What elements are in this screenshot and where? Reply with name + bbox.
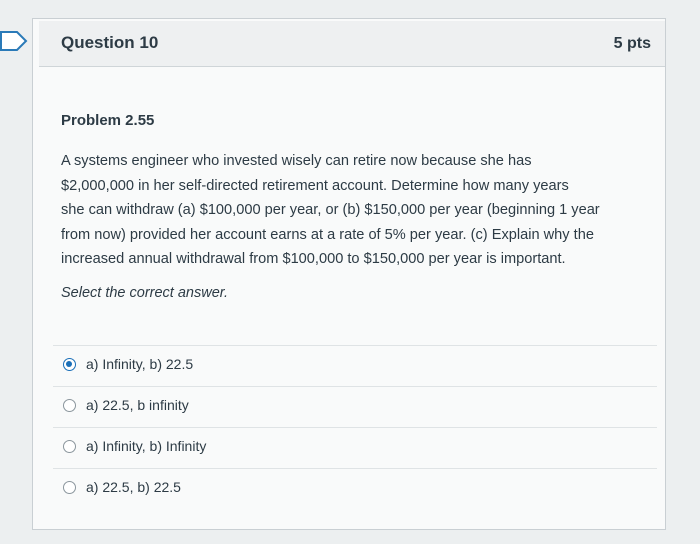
radio-button[interactable] [63, 440, 76, 453]
radio-button[interactable] [63, 481, 76, 494]
problem-line: $2,000,000 in her self-directed retireme… [61, 177, 569, 194]
radio-button[interactable] [63, 399, 76, 412]
problem-title: Problem 2.55 [61, 112, 155, 129]
bookmark-icon[interactable] [0, 30, 28, 52]
answer-option[interactable]: a) 22.5, b infinity [53, 386, 657, 427]
problem-line: she can withdraw (a) $100,000 per year, … [61, 202, 600, 218]
answer-prompt: Select the correct answer. [61, 285, 229, 301]
question-card: Question 10 5 pts Problem 2.55 A systems… [32, 18, 666, 530]
question-points: 5 pts [613, 35, 651, 52]
answer-label[interactable]: a) Infinity, b) Infinity [86, 438, 206, 454]
problem-line: from now) provided her account earns at … [61, 226, 594, 243]
answer-option[interactable]: a) 22.5, b) 22.5 [53, 468, 657, 509]
answer-label[interactable]: a) 22.5, b infinity [86, 397, 189, 413]
answer-option[interactable]: a) Infinity, b) Infinity [53, 427, 657, 468]
question-title: Question 10 [61, 33, 159, 52]
answer-option[interactable]: a) Infinity, b) 22.5 [53, 345, 657, 386]
answer-label[interactable]: a) Infinity, b) 22.5 [86, 356, 193, 372]
question-header: Question 10 5 pts [39, 21, 665, 67]
radio-button-selected[interactable] [63, 358, 76, 371]
problem-line: A systems engineer who invested wisely c… [61, 153, 532, 169]
problem-text: A systems engineer who invested wisely c… [61, 149, 651, 272]
answer-label[interactable]: a) 22.5, b) 22.5 [86, 479, 181, 495]
problem-line: increased annual withdrawal from $100,00… [61, 251, 566, 267]
answer-list: a) Infinity, b) 22.5 a) 22.5, b infinity… [53, 345, 657, 509]
